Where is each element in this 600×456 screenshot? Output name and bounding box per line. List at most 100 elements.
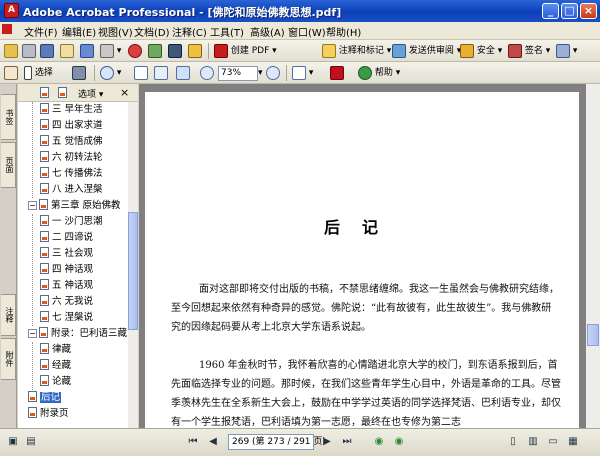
- comment-markup-button[interactable]: 注释和标记 ▾: [322, 43, 391, 59]
- forward-view-button[interactable]: ◉: [392, 435, 406, 449]
- page-layout-button[interactable]: ▾: [292, 65, 313, 81]
- email-button[interactable]: [60, 43, 74, 59]
- continuous-icon[interactable]: ▥: [526, 435, 540, 449]
- menu-window[interactable]: 窗口(W): [288, 24, 326, 39]
- organize-button[interactable]: [148, 43, 162, 59]
- bookmarks-scrollbar[interactable]: [128, 102, 138, 428]
- bookmark-item[interactable]: 律藏: [40, 342, 71, 358]
- bookmark-icon: [40, 103, 49, 114]
- sidebar-toggle-icon[interactable]: ▤: [24, 435, 38, 449]
- bookmark-item[interactable]: 三 社会观: [40, 246, 93, 262]
- close-button[interactable]: ×: [580, 3, 597, 19]
- print-button[interactable]: [22, 43, 36, 59]
- bookmark-item-selected[interactable]: 后记: [28, 390, 62, 406]
- bookmark-item[interactable]: 七 涅槃说: [40, 310, 93, 326]
- select-tool-button[interactable]: 选择: [24, 65, 53, 81]
- bookmark-item[interactable]: 八 进入涅槃: [40, 182, 103, 198]
- web-button[interactable]: [128, 43, 142, 59]
- options-button[interactable]: 选项 ▾: [78, 87, 103, 100]
- document-menu-icon[interactable]: [2, 24, 14, 36]
- menu-view[interactable]: 视图(V): [98, 24, 133, 39]
- help-button[interactable]: 帮助 ▾: [358, 65, 400, 81]
- secure-button[interactable]: 安全 ▾: [460, 43, 502, 59]
- collapse-icon[interactable]: −: [28, 329, 37, 338]
- create-pdf-button[interactable]: 创建 PDF ▾: [214, 43, 277, 59]
- bookmark-item[interactable]: 论藏: [40, 374, 71, 390]
- navigation-toolbar: 选择 ▾ 73% ▾ ▾ 帮助 ▾: [0, 62, 600, 84]
- bookmark-item[interactable]: − 附录：巴利语三藏: [28, 326, 127, 342]
- bookmark-item[interactable]: 四 神话观: [40, 262, 93, 278]
- scrollbar-thumb[interactable]: [587, 324, 599, 346]
- tab-attachments[interactable]: 附件: [1, 338, 16, 380]
- bookmark-item[interactable]: − 第三章 原始佛教: [28, 198, 121, 214]
- actual-size-button[interactable]: [134, 65, 148, 81]
- menu-edit[interactable]: 编辑(E): [62, 24, 96, 39]
- tab-comments[interactable]: 注释: [1, 294, 16, 336]
- expand-bookmark-button[interactable]: [40, 87, 52, 99]
- bookmark-item[interactable]: 附录页: [28, 406, 69, 422]
- send-review-button[interactable]: 发送供审阅 ▾: [392, 43, 461, 59]
- menu-tools[interactable]: 工具(T): [210, 24, 244, 39]
- search-button[interactable]: [80, 43, 94, 59]
- collapse-icon[interactable]: −: [28, 201, 37, 210]
- tab-bookmarks[interactable]: 书签: [1, 94, 16, 140]
- bookmark-item[interactable]: 经藏: [40, 358, 71, 374]
- zoom-in-button[interactable]: [266, 65, 280, 81]
- zoom-dropdown-button[interactable]: ▾: [258, 65, 263, 81]
- single-page-icon[interactable]: ▯: [506, 435, 520, 449]
- zoom-input[interactable]: 73%: [218, 66, 258, 81]
- forms-button[interactable]: ▾: [556, 43, 577, 59]
- page-number-field[interactable]: 269 (第 273 / 291 页): [228, 434, 326, 450]
- fit-page-button[interactable]: [154, 65, 168, 81]
- attach-button[interactable]: ▾: [100, 43, 121, 59]
- stamp-button[interactable]: [188, 43, 202, 59]
- bookmark-item[interactable]: 六 初转法轮: [40, 150, 103, 166]
- bookmark-item[interactable]: 一 沙门思潮: [40, 214, 103, 230]
- hand-tool-button[interactable]: [4, 65, 18, 81]
- previous-page-button[interactable]: ◀: [206, 435, 220, 449]
- gear-icon: [148, 43, 162, 58]
- last-page-button[interactable]: ⏭: [340, 435, 354, 449]
- fit-width-button[interactable]: [176, 65, 190, 81]
- bookmark-item[interactable]: 五 神话观: [40, 278, 93, 294]
- menu-document[interactable]: 文档(D): [134, 24, 170, 39]
- close-panel-icon[interactable]: ×: [120, 86, 129, 99]
- bookmark-item[interactable]: 六 无我说: [40, 294, 93, 310]
- snapshot-button[interactable]: [72, 65, 86, 81]
- first-page-button[interactable]: ⏮: [186, 435, 200, 449]
- bookmark-icon: [39, 199, 48, 210]
- maximize-button[interactable]: □: [561, 3, 578, 19]
- new-bookmark-button[interactable]: [58, 87, 70, 99]
- back-view-button[interactable]: ◉: [372, 435, 386, 449]
- bookmark-item[interactable]: 四 出家求道: [40, 118, 103, 134]
- sign-button[interactable]: 签名 ▾: [508, 43, 550, 59]
- bookmark-item[interactable]: 五 觉悟成佛: [40, 134, 103, 150]
- tab-pages[interactable]: 页面: [1, 142, 16, 188]
- document-scrollbar[interactable]: [586, 84, 600, 428]
- bookmark-item[interactable]: 三 早年生活: [40, 102, 103, 118]
- next-page-button[interactable]: ▶: [320, 435, 334, 449]
- bookmark-item[interactable]: 二 四谛说: [40, 230, 93, 246]
- zoom-out-button[interactable]: [200, 65, 214, 81]
- bookmark-label: 附录页: [40, 408, 69, 419]
- document-view[interactable]: 后记 面对这部即将交付出版的书稿，不禁思绪缠绵。我这一生虽然会与佛教研究结缘，至…: [139, 84, 586, 428]
- continuous-facing-icon[interactable]: ▦: [566, 435, 580, 449]
- bookmark-label: 五 神话观: [52, 280, 94, 291]
- bookmark-icon: [40, 343, 49, 354]
- save-button[interactable]: [40, 43, 54, 59]
- menu-advanced[interactable]: 高级(A): [250, 24, 285, 39]
- scrollbar-thumb[interactable]: [128, 212, 138, 330]
- bookmark-item[interactable]: 七 传播佛法: [40, 166, 103, 182]
- page-size-icon[interactable]: ▣: [6, 435, 20, 449]
- menu-comments[interactable]: 注释(C): [172, 24, 207, 39]
- find-button[interactable]: [168, 43, 182, 59]
- menu-help[interactable]: 帮助(H): [326, 24, 361, 39]
- menu-file[interactable]: 文件(F): [24, 24, 58, 39]
- comment-bubble-icon: [322, 43, 336, 58]
- minimize-button[interactable]: _: [542, 3, 559, 19]
- zoom-tool-button[interactable]: ▾: [100, 65, 121, 81]
- open-button[interactable]: [4, 43, 18, 59]
- yahoo-button[interactable]: [330, 65, 344, 81]
- bookmark-label: 第三章 原始佛教: [51, 200, 121, 211]
- facing-icon[interactable]: ▭: [546, 435, 560, 449]
